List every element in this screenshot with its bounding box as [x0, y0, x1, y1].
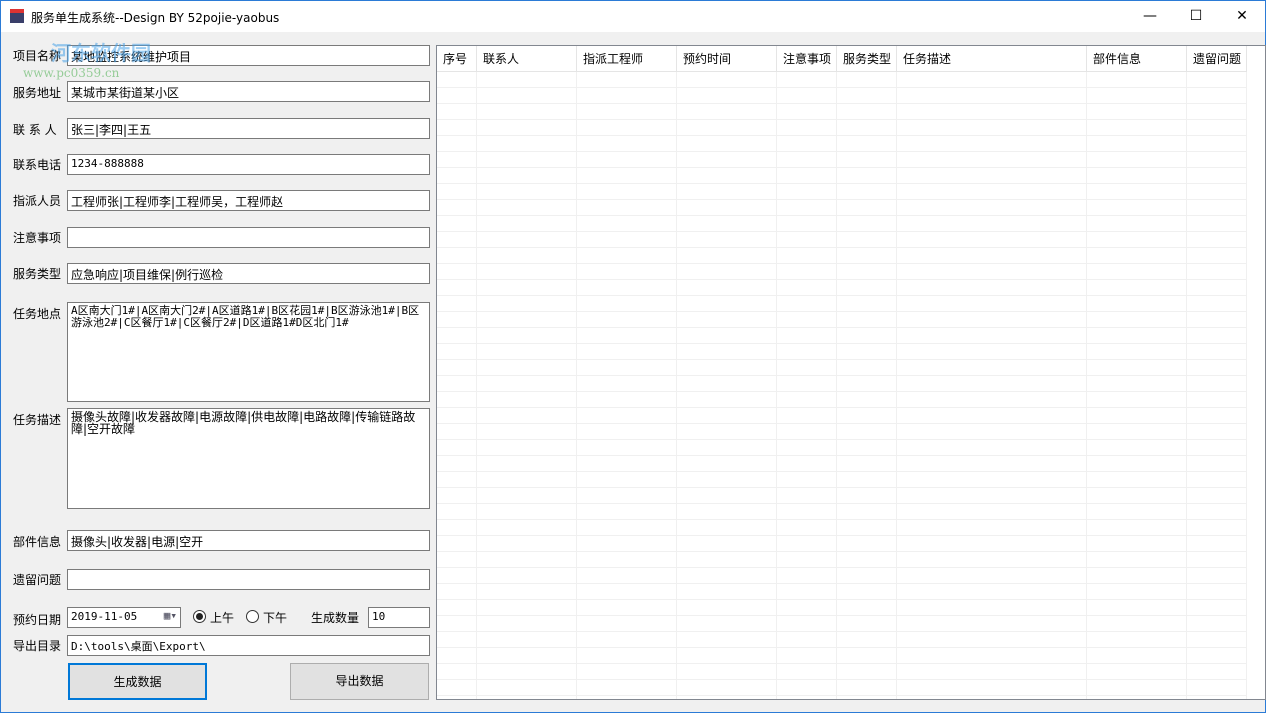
grid-row-line — [437, 200, 1247, 216]
am-radio[interactable] — [193, 610, 206, 623]
calendar-dropdown-icon[interactable]: ▦▾ — [164, 609, 177, 622]
grid-row-line — [437, 504, 1247, 520]
grid-row-line — [437, 568, 1247, 584]
grid-row-line — [437, 648, 1247, 664]
assignee-label: 指派人员 — [13, 194, 62, 208]
column-header[interactable]: 预约时间 — [677, 46, 777, 72]
parts-label: 部件信息 — [13, 535, 62, 549]
grid-row-line — [437, 616, 1247, 632]
task-desc-label: 任务描述 — [13, 413, 62, 427]
grid-row-line — [437, 392, 1247, 408]
parts-input[interactable]: 摄像头|收发器|电源|空开 — [67, 530, 430, 551]
grid-row-line — [437, 280, 1247, 296]
date-picker[interactable]: 2019-11-05 ▦▾ — [67, 607, 181, 628]
contact-label: 联 系 人 — [13, 123, 57, 137]
grid-row-line — [437, 632, 1247, 648]
minimize-button[interactable]: — — [1127, 1, 1173, 32]
grid-row-line — [437, 264, 1247, 280]
title-bar: 服务单生成系统--Design BY 52pojie-yaobus — ☐ ✕ — [1, 1, 1265, 32]
am-label: 上午 — [210, 611, 235, 625]
grid-row-line — [437, 488, 1247, 504]
column-header[interactable]: 任务描述 — [897, 46, 1087, 72]
app-icon — [10, 9, 24, 23]
grid-row-line — [437, 584, 1247, 600]
project-name-input[interactable]: 某地监控系统维护项目 — [67, 45, 430, 66]
grid-row-line — [437, 328, 1247, 344]
grid-row-line — [437, 120, 1247, 136]
issues-label: 遗留问题 — [13, 573, 62, 587]
count-label: 生成数量 — [311, 611, 360, 625]
grid-row-line — [437, 664, 1247, 680]
project-name-label: 项目名称 — [13, 49, 62, 63]
grid-row-line — [437, 536, 1247, 552]
window-title: 服务单生成系统--Design BY 52pojie-yaobus — [31, 11, 280, 25]
column-header[interactable]: 部件信息 — [1087, 46, 1187, 72]
grid-row-line — [437, 136, 1247, 152]
grid-row-line — [437, 216, 1247, 232]
grid-row-line — [437, 552, 1247, 568]
grid-row-line — [437, 344, 1247, 360]
column-header[interactable]: 注意事项 — [777, 46, 837, 72]
grid-row-line — [437, 440, 1247, 456]
task-location-label: 任务地点 — [13, 307, 62, 321]
column-header[interactable]: 联系人 — [477, 46, 577, 72]
grid-row-line — [437, 680, 1247, 696]
service-address-label: 服务地址 — [13, 86, 62, 100]
grid-row-line — [437, 472, 1247, 488]
grid-row-line — [437, 248, 1247, 264]
service-type-input[interactable]: 应急响应|项目维保|例行巡检 — [67, 263, 430, 284]
grid-row-line — [437, 312, 1247, 328]
export-dir-label: 导出目录 — [13, 639, 62, 653]
task-desc-textarea[interactable]: 摄像头故障|收发器故障|电源故障|供电故障|电路故障|传输链路故障|空开故障 — [67, 408, 430, 509]
column-header[interactable]: 遗留问题 — [1187, 46, 1247, 72]
grid-row-line — [437, 408, 1247, 424]
grid-row-line — [437, 232, 1247, 248]
phone-label: 联系电话 — [13, 158, 62, 172]
column-header[interactable]: 服务类型 — [837, 46, 897, 72]
grid-row-line — [437, 600, 1247, 616]
column-header[interactable]: 序号 — [437, 46, 477, 72]
grid-row-line — [437, 360, 1247, 376]
assignee-input[interactable]: 工程师张|工程师李|工程师吴，工程师赵 — [67, 190, 430, 211]
grid-row-line — [437, 456, 1247, 472]
column-header[interactable]: 指派工程师 — [577, 46, 677, 72]
generate-button[interactable]: 生成数据 — [68, 663, 207, 700]
service-address-input[interactable]: 某城市某街道某小区 — [67, 81, 430, 102]
grid-row-line — [437, 168, 1247, 184]
notes-label: 注意事项 — [13, 231, 62, 245]
maximize-button[interactable]: ☐ — [1173, 1, 1219, 32]
count-input[interactable]: 10 — [368, 607, 430, 628]
export-dir-input[interactable]: D:\tools\桌面\Export\ — [67, 635, 430, 656]
grid-row-line — [437, 696, 1247, 699]
pm-radio[interactable] — [246, 610, 259, 623]
grid-row-line — [437, 296, 1247, 312]
contact-input[interactable]: 张三|李四|王五 — [67, 118, 430, 139]
grid-row-line — [437, 424, 1247, 440]
grid-row-line — [437, 88, 1247, 104]
service-type-label: 服务类型 — [13, 267, 62, 281]
grid-row-line — [437, 72, 1247, 88]
export-button[interactable]: 导出数据 — [290, 663, 429, 700]
grid-row-line — [437, 520, 1247, 536]
grid-row-line — [437, 104, 1247, 120]
issues-input[interactable] — [67, 569, 430, 590]
grid-row-line — [437, 152, 1247, 168]
close-button[interactable]: ✕ — [1219, 1, 1265, 32]
date-label: 预约日期 — [13, 613, 62, 627]
task-location-textarea[interactable]: A区南大门1#|A区南大门2#|A区道路1#|B区花园1#|B区游泳池1#|B区… — [67, 302, 430, 402]
grid-row-line — [437, 184, 1247, 200]
data-grid[interactable]: 序号 联系人 指派工程师 预约时间 注意事项 服务类型 任务描述 部件信息 遗留问题 — [436, 45, 1266, 700]
grid-row-line — [437, 376, 1247, 392]
notes-input[interactable] — [67, 227, 430, 248]
date-value: 2019-11-05 — [71, 610, 138, 623]
phone-input[interactable]: 1234-888888 — [67, 154, 430, 175]
pm-label: 下午 — [263, 611, 288, 625]
